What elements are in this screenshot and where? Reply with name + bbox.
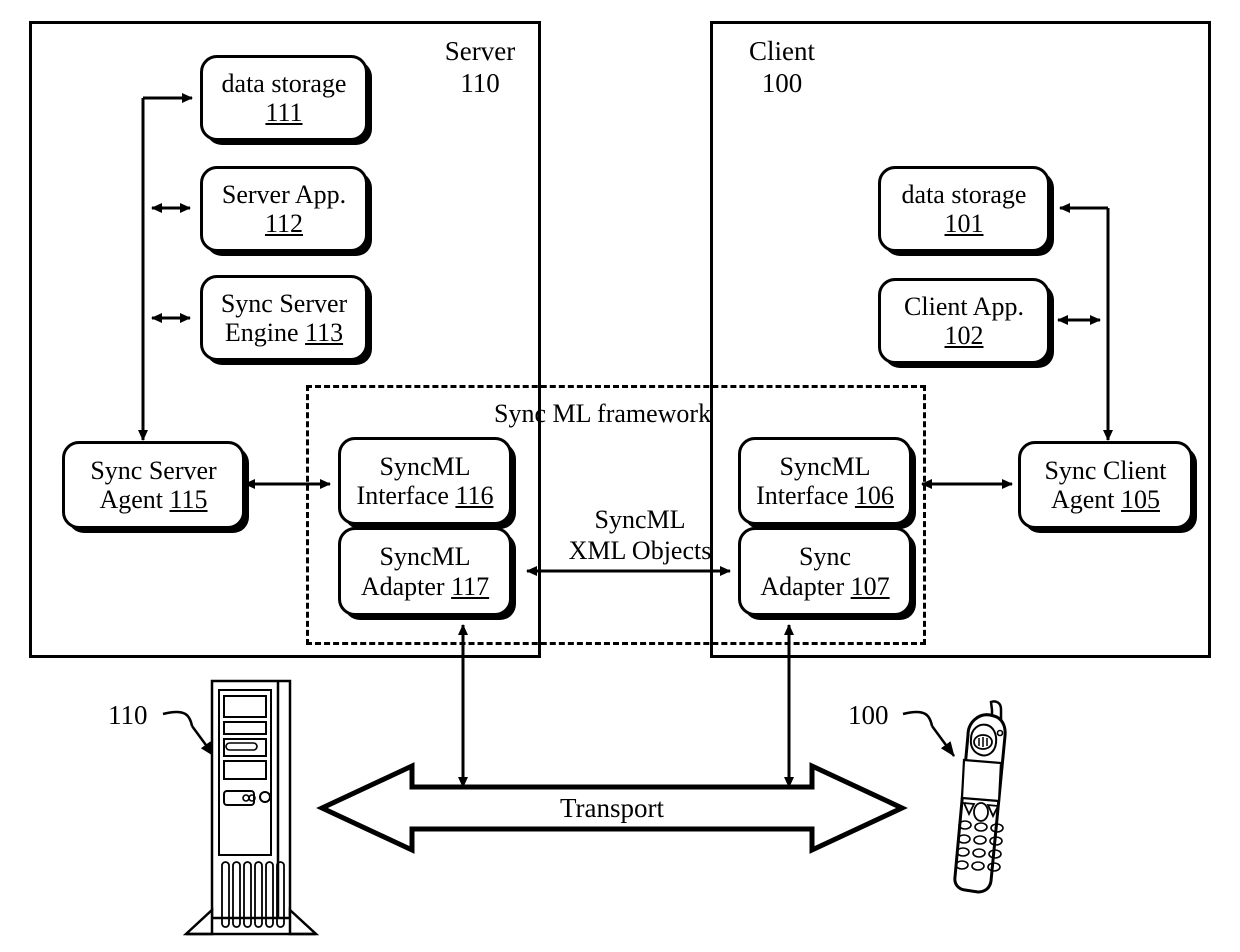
node-label-line1: Sync Server <box>90 455 217 485</box>
server-reference-number: 110 <box>108 700 148 730</box>
server-container-label: Server 110 <box>444 36 516 98</box>
node-sync-adapter-107[interactable]: Sync Adapter 107 <box>738 527 912 616</box>
node-ref-line2: Adapter 117 <box>360 571 490 601</box>
node-client-app[interactable]: Client App. 102 <box>878 278 1050 364</box>
node-label-line1: data storage <box>901 179 1027 209</box>
node-ref-line2: 112 <box>264 209 304 238</box>
transport-label: Transport <box>559 793 665 823</box>
node-label-line1: data storage <box>221 68 347 98</box>
syncml-xml-objects-label: SyncML XML Objects <box>568 505 712 565</box>
node-syncml-interface-116[interactable]: SyncML Interface 116 <box>338 437 512 525</box>
node-ref-line2: Engine 113 <box>224 318 344 347</box>
node-label-line1: SyncML <box>379 451 471 481</box>
node-ref-line2: 111 <box>265 98 303 127</box>
node-ref-line2: Agent 105 <box>1050 485 1161 514</box>
client-container-label: Client 100 <box>749 36 815 98</box>
figure-canvas: Server 110 Client 100 Sync ML framework … <box>0 0 1240 952</box>
node-syncml-interface-106[interactable]: SyncML Interface 106 <box>738 437 912 525</box>
node-syncml-adapter-117[interactable]: SyncML Adapter 117 <box>338 527 512 616</box>
node-ref-line2: 102 <box>944 321 984 350</box>
node-sync-server-agent[interactable]: Sync Server Agent 115 <box>62 441 245 529</box>
node-ref-line2: Interface 116 <box>356 481 494 510</box>
node-sync-server-engine[interactable]: Sync Server Engine 113 <box>200 275 368 361</box>
leader-100 <box>902 710 956 757</box>
node-ref-line2: Interface 106 <box>756 481 894 510</box>
node-server-app[interactable]: Server App. 112 <box>200 166 368 252</box>
node-label-line1: Sync <box>799 542 851 572</box>
node-label-line1: SyncML <box>379 542 471 572</box>
server-tower-icon <box>182 679 320 936</box>
node-ref-line2: Agent 115 <box>99 485 208 514</box>
node-label-line1: SyncML <box>779 451 871 481</box>
syncml-framework-label: Sync ML framework <box>494 399 712 428</box>
node-ref-line2: Adapter 107 <box>760 571 890 601</box>
node-client-data-storage[interactable]: data storage 101 <box>878 166 1050 252</box>
mobile-phone-icon <box>953 700 1007 894</box>
client-reference-number: 100 <box>848 700 889 730</box>
node-server-data-storage[interactable]: data storage 111 <box>200 55 368 141</box>
node-ref-line2: 101 <box>944 209 984 238</box>
leader-110 <box>162 710 216 757</box>
node-label-line1: Server App. <box>221 179 347 209</box>
node-label-line1: Sync Server <box>220 288 348 318</box>
node-sync-client-agent[interactable]: Sync Client Agent 105 <box>1018 441 1193 529</box>
node-label-line1: Sync Client <box>1044 455 1167 485</box>
node-label-line1: Client App. <box>904 291 1024 321</box>
